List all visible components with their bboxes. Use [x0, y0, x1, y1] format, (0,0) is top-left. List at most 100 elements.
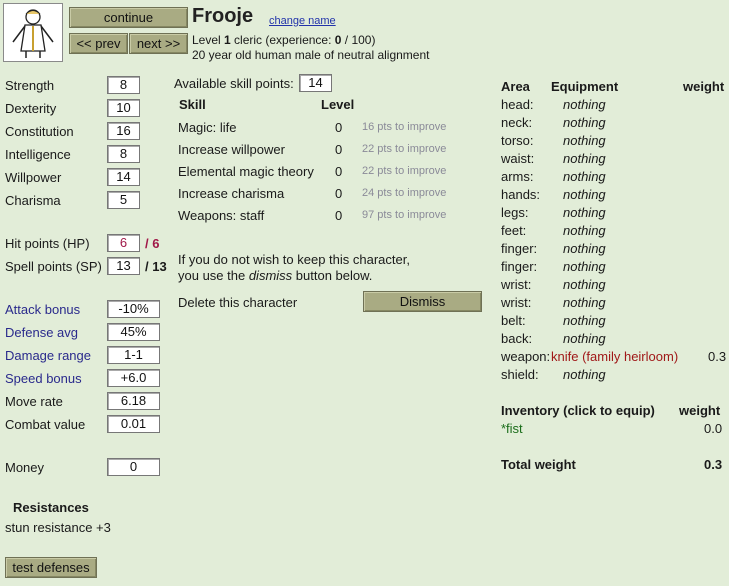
sp-max: / 13 [145, 259, 167, 274]
inventory-weight-header: weight [679, 403, 721, 418]
equip-item[interactable]: nothing [563, 187, 606, 202]
equip-area: feet: [501, 223, 527, 238]
equip-item[interactable]: nothing [563, 367, 606, 382]
skill-improve-cost[interactable]: 24 pts to improve [362, 187, 446, 199]
resistances-text: stun resistance +3 [5, 520, 111, 535]
equip-area: legs: [501, 205, 529, 220]
cleric-figure-icon [12, 9, 54, 58]
equip-item[interactable]: nothing [563, 331, 606, 346]
skill-improve-cost[interactable]: 22 pts to improve [362, 165, 446, 177]
skill-level: 0 [335, 120, 343, 135]
skill-improve-cost[interactable]: 97 pts to improve [362, 209, 446, 221]
skill-level: 0 [335, 142, 343, 157]
equip-weight: 0.3 [708, 349, 727, 364]
equip-item[interactable]: nothing [563, 151, 606, 166]
equip-item[interactable]: nothing [563, 133, 606, 148]
combat-label: Damage range [5, 348, 91, 363]
change-name-link[interactable]: change name [269, 15, 336, 27]
attr-value-field[interactable]: 8 [107, 76, 140, 94]
resistances-title: Resistances [13, 500, 89, 515]
skill-name[interactable]: Elemental magic theory [178, 164, 314, 179]
combat-label: Attack bonus [5, 302, 81, 317]
equip-item[interactable]: nothing [563, 205, 606, 220]
continue-button[interactable]: continue [69, 7, 188, 28]
equip-item[interactable]: nothing [563, 277, 606, 292]
dismiss-info-line2: you use the dismiss button below. [178, 268, 373, 283]
combat-label: Defense avg [5, 325, 78, 340]
combat-value-field[interactable]: 6.18 [107, 392, 160, 410]
total-weight-label: Total weight [501, 457, 576, 472]
equip-area: shield: [501, 367, 539, 382]
equip-area: finger: [501, 241, 538, 256]
skill-improve-cost[interactable]: 16 pts to improve [362, 121, 446, 133]
delete-character-label: Delete this character [178, 295, 298, 310]
equip-item[interactable]: nothing [563, 313, 606, 328]
equip-area: wrist: [501, 277, 532, 292]
combat-value-field[interactable]: +6.0 [107, 369, 160, 387]
dismiss-info-line1: If you do not wish to keep this characte… [178, 252, 410, 267]
attr-value-field[interactable]: 5 [107, 191, 140, 209]
skill-name[interactable]: Increase willpower [178, 142, 285, 157]
available-skill-points-field[interactable]: 14 [299, 74, 332, 92]
attr-label: Dexterity [5, 101, 57, 116]
equip-area: hands: [501, 187, 541, 202]
skill-improve-cost[interactable]: 22 pts to improve [362, 143, 446, 155]
equip-item[interactable]: knife (family heirloom) [551, 349, 678, 364]
equip-item[interactable]: nothing [563, 295, 606, 310]
money-field[interactable]: 0 [107, 458, 160, 476]
combat-label: Speed bonus [5, 371, 82, 386]
equip-area: torso: [501, 133, 534, 148]
money-label: Money [5, 460, 45, 475]
equip-area: arms: [501, 169, 534, 184]
sp-label: Spell points (SP) [5, 259, 102, 274]
equipment-column-header: Equipment [551, 79, 619, 94]
combat-value-field[interactable]: 45% [107, 323, 160, 341]
dismiss-button[interactable]: Dismiss [363, 291, 482, 312]
equip-item[interactable]: nothing [563, 259, 606, 274]
hp-label: Hit points (HP) [5, 236, 90, 251]
skill-level: 0 [335, 208, 343, 223]
equip-item[interactable]: nothing [563, 241, 606, 256]
hp-field[interactable]: 6 [107, 234, 140, 252]
attr-value-field[interactable]: 8 [107, 145, 140, 163]
equip-area: head: [501, 97, 534, 112]
attr-value-field[interactable]: 10 [107, 99, 140, 117]
area-column-header: Area [501, 79, 530, 94]
skill-level: 0 [335, 164, 343, 179]
combat-value-field[interactable]: 0.01 [107, 415, 160, 433]
weight-column-header: weight [683, 79, 725, 94]
available-skill-points-label: Available skill points: [174, 76, 294, 91]
inventory-title: Inventory (click to equip) [501, 403, 655, 418]
character-portrait [3, 3, 63, 62]
level-line: Level 1 cleric (experience: 0 / 100) [192, 33, 376, 47]
equip-area: belt: [501, 313, 526, 328]
test-defenses-button[interactable]: test defenses [5, 557, 97, 578]
combat-label: Move rate [5, 394, 63, 409]
equip-item[interactable]: nothing [563, 169, 606, 184]
hp-max: / 6 [145, 236, 160, 251]
attr-label: Willpower [5, 170, 62, 185]
attr-label: Charisma [5, 193, 61, 208]
equip-area: finger: [501, 259, 538, 274]
attr-value-field[interactable]: 16 [107, 122, 140, 140]
equip-item[interactable]: nothing [563, 115, 606, 130]
equip-item[interactable]: nothing [563, 97, 606, 112]
inventory-item-weight: 0.0 [704, 421, 723, 436]
attr-label: Constitution [5, 124, 74, 139]
prev-button[interactable]: << prev [69, 33, 128, 54]
equip-area: wrist: [501, 295, 532, 310]
sp-field[interactable]: 13 [107, 257, 140, 275]
equip-area: back: [501, 331, 533, 346]
attr-label: Strength [5, 78, 55, 93]
skill-name[interactable]: Weapons: staff [178, 208, 264, 223]
skill-name[interactable]: Increase charisma [178, 186, 284, 201]
equip-item[interactable]: nothing [563, 223, 606, 238]
skill-column-header: Skill [179, 97, 206, 112]
combat-value-field[interactable]: 1-1 [107, 346, 160, 364]
inventory-item[interactable]: *fist [501, 421, 523, 436]
attr-value-field[interactable]: 14 [107, 168, 140, 186]
combat-value-field[interactable]: -10% [107, 300, 160, 318]
next-button[interactable]: next >> [129, 33, 188, 54]
skill-name[interactable]: Magic: life [178, 120, 237, 135]
skill-level: 0 [335, 186, 343, 201]
